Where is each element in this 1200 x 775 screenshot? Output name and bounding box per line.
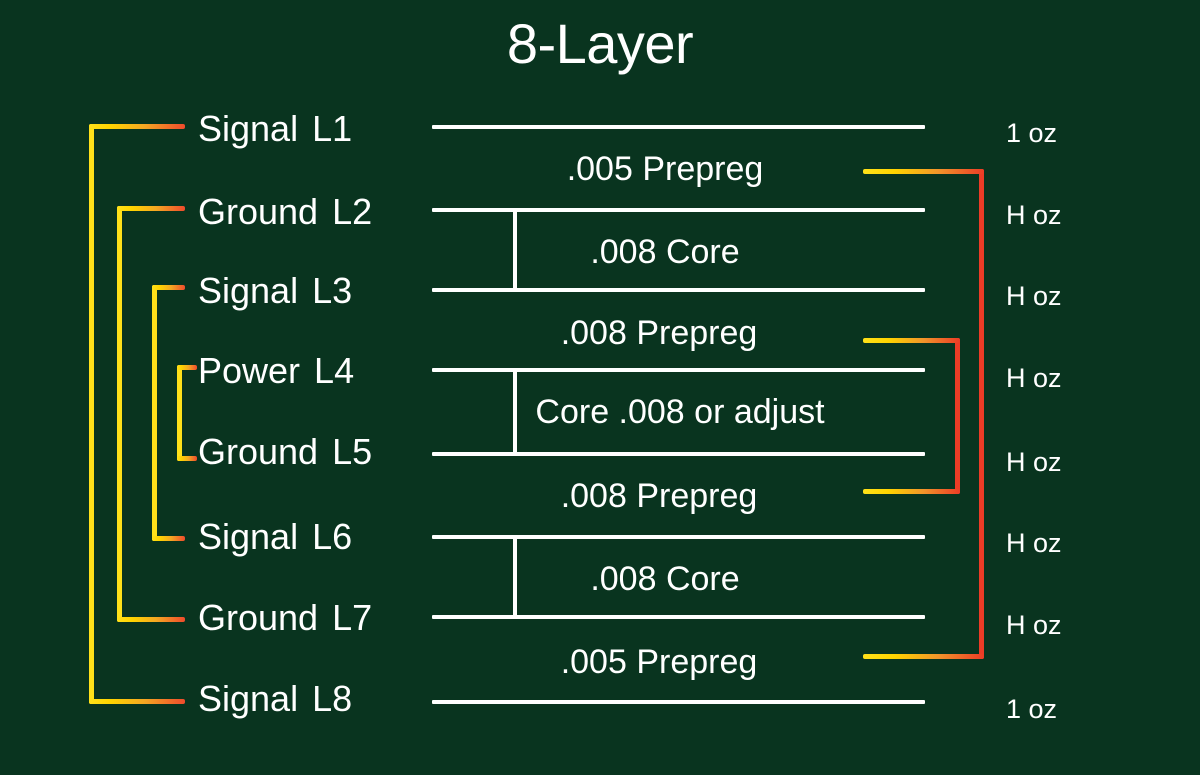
dielectric-label-l2-l3: .008 Core [590, 233, 740, 271]
layer-name: Ground [198, 191, 319, 232]
dielectric-label-l7-l8: .005 Prepreg [560, 643, 758, 681]
layer-designator: L2 [332, 191, 373, 232]
layer-name: Signal [198, 270, 299, 311]
copper-weight-l6: H oz [1006, 528, 1062, 558]
layer-label-l1: Signal L1 [198, 111, 352, 147]
symmetry-bracket-l3-l6-spine [152, 285, 157, 541]
layer-designator: L8 [312, 678, 353, 719]
layer-label-l6: Signal L6 [198, 519, 352, 555]
layer-label-l2: Ground L2 [198, 194, 372, 230]
page-title: 8-Layer [506, 12, 694, 75]
copper-weight-l4: H oz [1006, 363, 1062, 393]
symmetry-bracket-l3-l6-arm-bottom [152, 536, 185, 541]
layer-name: Signal [198, 678, 299, 719]
layer-designator: L6 [312, 516, 353, 557]
layer-designator: L7 [332, 597, 373, 638]
layer-designator: L1 [312, 108, 353, 149]
copper-line-l8 [432, 700, 925, 704]
dielectric-label-l6-l7: .008 Core [590, 560, 740, 598]
layer-label-l4: Power L4 [198, 353, 354, 389]
copper-weight-l7: H oz [1006, 610, 1062, 640]
layer-label-l5: Ground L5 [198, 434, 372, 470]
dielectric-bracket-008-spine [955, 338, 960, 494]
symmetry-bracket-l1-l8-spine [89, 124, 94, 704]
dielectric-label-l4-l5: Core .008 or adjust [535, 393, 825, 431]
copper-line-l7 [432, 615, 925, 619]
layer-designator: L5 [332, 431, 373, 472]
layer-name: Ground [198, 431, 319, 472]
layer-label-l8: Signal L8 [198, 681, 352, 717]
copper-line-l1 [432, 125, 925, 129]
layer-name: Signal [198, 516, 299, 557]
dielectric-bracket-005-arm-bottom [863, 654, 984, 659]
copper-weight-l2: H oz [1006, 200, 1062, 230]
layer-label-l7: Ground L7 [198, 600, 372, 636]
symmetry-bracket-l4-l5-spine [177, 365, 182, 461]
layer-name: Signal [198, 108, 299, 149]
dielectric-bracket-008-arm-top [863, 338, 960, 343]
dielectric-label-l3-l4: .008 Prepreg [560, 314, 758, 352]
layer-name: Ground [198, 597, 319, 638]
pcb-stackup-diagram: 8-Layer Signal L1 Ground L2 Signal L3 Power… [0, 0, 1200, 775]
copper-line-l4 [432, 368, 925, 372]
copper-weight-l1: 1 oz [1006, 118, 1058, 148]
layer-label-l3: Signal L3 [198, 273, 352, 309]
copper-weight-l5: H oz [1006, 447, 1062, 477]
symmetry-bracket-l4-l5-arm-bottom [177, 456, 197, 461]
dielectric-label-l5-l6: .008 Prepreg [560, 477, 758, 515]
symmetry-bracket-l2-l7-spine [117, 206, 122, 622]
layer-designator: L4 [314, 350, 355, 391]
dielectric-bracket-005-spine [979, 169, 984, 659]
copper-line-l3 [432, 288, 925, 292]
copper-weight-l8: 1 oz [1006, 694, 1058, 724]
layer-name: Power [198, 350, 301, 391]
dielectric-label-l1-l2: .005 Prepreg [566, 150, 764, 188]
copper-line-l5 [432, 452, 925, 456]
copper-line-l6 [432, 535, 925, 539]
copper-weight-l3: H oz [1006, 281, 1062, 311]
symmetry-bracket-l1-l8-arm-bottom [89, 699, 185, 704]
symmetry-bracket-l1-l8-arm-top [89, 124, 185, 129]
dielectric-bracket-005-arm-top [863, 169, 984, 174]
copper-line-l2 [432, 208, 925, 212]
symmetry-bracket-l3-l6-arm-top [152, 285, 185, 290]
dielectric-bracket-008-arm-bottom [863, 489, 960, 494]
symmetry-bracket-l4-l5-arm-top [177, 365, 197, 370]
symmetry-bracket-l2-l7-arm-top [117, 206, 185, 211]
symmetry-bracket-l2-l7-arm-bottom [117, 617, 185, 622]
layer-designator: L3 [312, 270, 353, 311]
